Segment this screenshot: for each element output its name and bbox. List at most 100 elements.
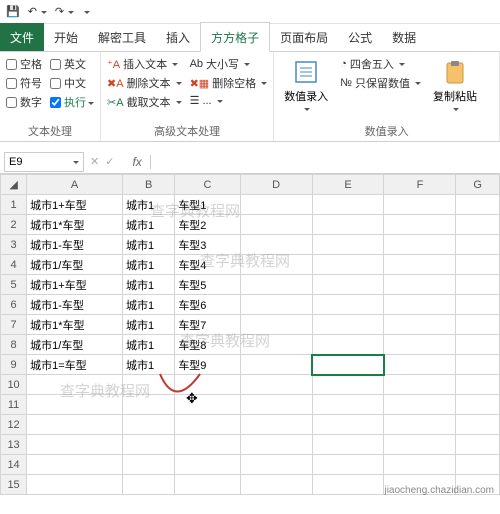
confirm-icon[interactable]: ✓ [105, 155, 114, 168]
row-header[interactable]: 8 [1, 335, 27, 355]
cell[interactable]: 城市1+车型 [27, 195, 123, 215]
cell[interactable]: 车型7 [175, 315, 240, 335]
cell[interactable]: 城市1-车型 [27, 235, 123, 255]
cell[interactable]: 城市1 [123, 315, 175, 335]
btn-clip-text[interactable]: ✂A截取文本 [107, 94, 182, 110]
btn-copy-paste[interactable]: 复制粘贴 [429, 56, 481, 114]
qat-more-icon[interactable] [82, 9, 90, 15]
cell[interactable]: 城市1 [123, 295, 175, 315]
col-header[interactable]: E [312, 175, 384, 195]
col-header[interactable]: D [240, 175, 312, 195]
cell[interactable]: 城市1 [123, 215, 175, 235]
cell[interactable] [175, 375, 240, 395]
cell[interactable] [240, 275, 312, 295]
row-header[interactable]: 7 [1, 315, 27, 335]
row-header[interactable]: 3 [1, 235, 27, 255]
cell[interactable] [240, 235, 312, 255]
cell[interactable] [456, 215, 500, 235]
cell[interactable] [384, 255, 456, 275]
cell[interactable]: 车型6 [175, 295, 240, 315]
cell[interactable] [240, 195, 312, 215]
cell[interactable] [384, 275, 456, 295]
row-header[interactable]: 12 [1, 415, 27, 435]
cell[interactable] [312, 395, 384, 415]
cell[interactable] [27, 415, 123, 435]
cell[interactable] [384, 435, 456, 455]
cell[interactable] [312, 415, 384, 435]
cell[interactable] [384, 455, 456, 475]
chk-chinese[interactable]: 中文 [50, 75, 94, 91]
cell[interactable]: 城市1 [123, 235, 175, 255]
cell[interactable] [456, 295, 500, 315]
cell[interactable] [240, 475, 312, 495]
row-header[interactable]: 10 [1, 375, 27, 395]
cell[interactable] [456, 375, 500, 395]
save-icon[interactable]: 💾 [6, 5, 20, 18]
cell[interactable]: 车型9 [175, 355, 240, 375]
cell[interactable]: 城市1*车型 [27, 215, 123, 235]
chk-symbol[interactable]: 符号 [6, 75, 42, 91]
btn-num-record[interactable]: 数值录入 [280, 56, 332, 114]
cell[interactable] [312, 475, 384, 495]
cell[interactable]: 城市1=车型 [27, 355, 123, 375]
cell[interactable] [456, 455, 500, 475]
cell[interactable] [456, 235, 500, 255]
cell[interactable] [456, 255, 500, 275]
cell[interactable] [240, 415, 312, 435]
tab-fangfang[interactable]: 方方格子 [200, 22, 270, 52]
formula-input[interactable] [155, 156, 500, 168]
cell[interactable]: 城市1/车型 [27, 255, 123, 275]
cell[interactable]: 城市1 [123, 255, 175, 275]
row-header[interactable]: 5 [1, 275, 27, 295]
cell[interactable] [456, 275, 500, 295]
cell[interactable] [123, 435, 175, 455]
cell[interactable]: 车型4 [175, 255, 240, 275]
cell[interactable] [123, 415, 175, 435]
col-header[interactable]: B [123, 175, 175, 195]
cell[interactable] [384, 315, 456, 335]
row-header[interactable]: 1 [1, 195, 27, 215]
row-header[interactable]: 11 [1, 395, 27, 415]
cell[interactable]: 车型2 [175, 215, 240, 235]
col-header[interactable]: F [384, 175, 456, 195]
col-header[interactable]: G [456, 175, 500, 195]
cell[interactable] [312, 255, 384, 275]
row-header[interactable]: 13 [1, 435, 27, 455]
cell[interactable] [456, 415, 500, 435]
fx-icon[interactable]: fx [124, 155, 150, 169]
cell[interactable] [312, 435, 384, 455]
cell[interactable] [312, 195, 384, 215]
cell[interactable]: 城市1 [123, 335, 175, 355]
cell[interactable] [312, 375, 384, 395]
row-header[interactable]: 15 [1, 475, 27, 495]
cell[interactable]: 车型5 [175, 275, 240, 295]
chk-english[interactable]: 英文 [50, 56, 94, 72]
cell[interactable] [312, 235, 384, 255]
row-header[interactable]: 2 [1, 215, 27, 235]
cell[interactable] [175, 455, 240, 475]
cell[interactable] [312, 355, 384, 375]
btn-case[interactable]: Ab大小写 [190, 56, 268, 72]
btn-del-blank[interactable]: ✖▦删除空格 [190, 75, 268, 91]
chk-number[interactable]: 数字 [6, 94, 42, 110]
row-header[interactable]: 14 [1, 455, 27, 475]
tab-tools[interactable]: 解密工具 [88, 23, 156, 51]
cell[interactable] [384, 235, 456, 255]
cell[interactable] [312, 275, 384, 295]
cell[interactable]: 城市1*车型 [27, 315, 123, 335]
btn-delete-text[interactable]: ✖A删除文本 [107, 75, 182, 91]
cell[interactable]: 车型1 [175, 195, 240, 215]
btn-round[interactable]: ◔四舍五入 [340, 56, 421, 72]
cell[interactable] [240, 335, 312, 355]
row-header[interactable]: 4 [1, 255, 27, 275]
tab-data[interactable]: 数据 [382, 23, 426, 51]
cell[interactable] [27, 395, 123, 415]
cell[interactable] [312, 295, 384, 315]
tab-insert[interactable]: 插入 [156, 23, 200, 51]
cell[interactable] [456, 315, 500, 335]
cell[interactable] [27, 375, 123, 395]
btn-keep-num[interactable]: №只保留数值 [340, 75, 421, 91]
cell[interactable]: 车型8 [175, 335, 240, 355]
cell[interactable] [312, 315, 384, 335]
cell[interactable] [384, 395, 456, 415]
